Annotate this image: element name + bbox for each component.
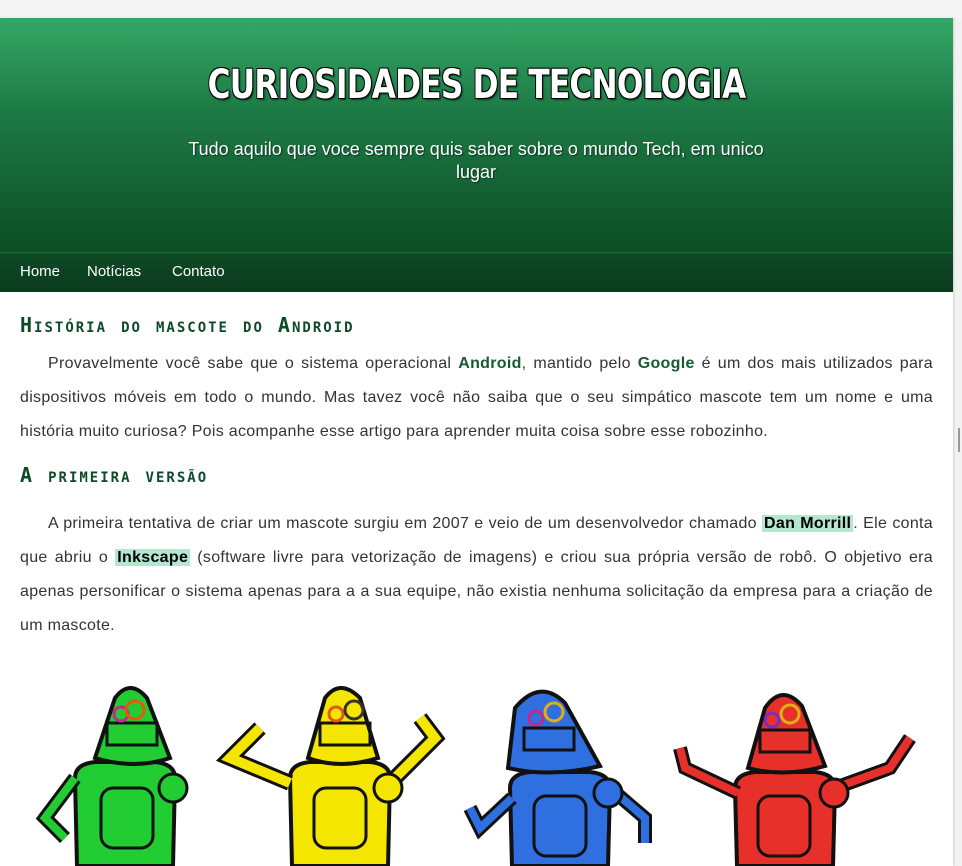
robot-chest xyxy=(99,786,155,850)
robots-svg xyxy=(35,686,916,866)
article-content: História do mascote do Android Provavelm… xyxy=(20,291,933,643)
paragraph-text: Provavelmente você sabe que o sistema op… xyxy=(48,355,459,372)
scrollbar-thumb[interactable] xyxy=(958,428,960,452)
browser-top-strip xyxy=(0,0,962,18)
robot-joint xyxy=(818,777,850,809)
robot-mascots-image xyxy=(20,678,933,866)
nav-item-contato[interactable]: Contato xyxy=(172,263,225,280)
site-title[interactable]: CURIOSIDADES DE TECNOLOGIA xyxy=(105,62,848,108)
page: CURIOSIDADES DE TECNOLOGIA Tudo aquilo q… xyxy=(0,18,953,866)
paragraph-text: A primeira tentativa de criar um mascote… xyxy=(48,515,763,532)
robot-joint xyxy=(592,777,624,809)
nav-item-home[interactable]: Home xyxy=(20,263,60,280)
robot-yellow xyxy=(215,686,446,866)
article-title: História do mascote do Android xyxy=(20,313,355,337)
site-tagline: Tudo aquilo que voce sempre quis saber s… xyxy=(188,139,764,182)
robot-joint xyxy=(157,772,189,804)
link-android[interactable]: Android xyxy=(458,355,521,372)
link-google[interactable]: Google xyxy=(638,355,695,372)
robot-chest xyxy=(532,794,588,858)
section-title: A primeira versão xyxy=(20,463,209,487)
robot-joint xyxy=(372,772,404,804)
robot-chest xyxy=(756,794,812,858)
article-paragraph-2: A primeira tentativa de criar um mascote… xyxy=(20,507,933,643)
highlight-inkscape: Inkscape xyxy=(115,549,191,566)
nav-item-noticias[interactable]: Notícias xyxy=(87,263,141,280)
highlight-dan-morrill: Dan Morrill xyxy=(762,515,854,532)
robot-green xyxy=(35,686,189,866)
robot-blue xyxy=(463,689,652,866)
robot-red xyxy=(673,693,916,866)
article-paragraph-1: Provavelmente você sabe que o sistema op… xyxy=(20,347,933,449)
robot-chest xyxy=(312,786,368,850)
site-header: CURIOSIDADES DE TECNOLOGIA Tudo aquilo q… xyxy=(0,18,953,252)
paragraph-text: , mantido pelo xyxy=(521,355,638,372)
main-nav: Home Notícias Contato xyxy=(0,252,953,292)
